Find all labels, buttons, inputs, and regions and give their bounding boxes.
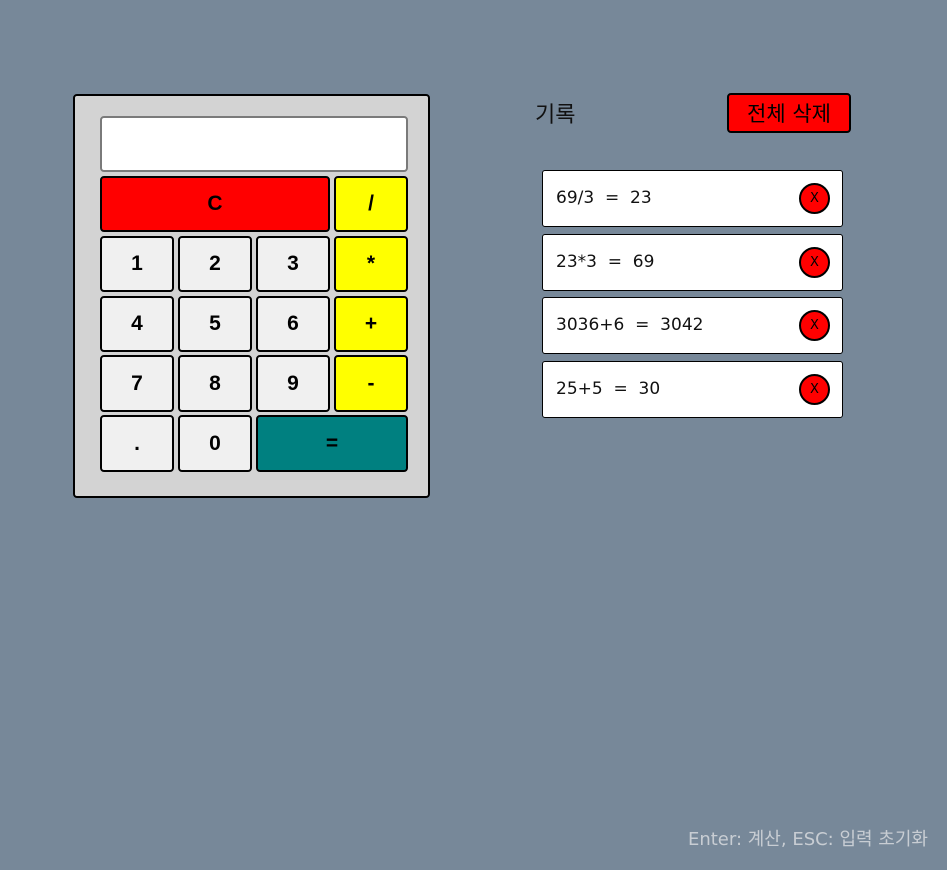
clear-button[interactable]: C [100,176,330,232]
digit-6-button[interactable]: 6 [256,296,330,352]
history-item: 25+5 = 30 X [542,360,843,418]
history-expression: 25+5 = 30 [556,378,661,399]
divide-button[interactable]: / [334,176,408,232]
calculator-panel: C / 1 2 3 * 4 5 6 + 7 8 9 - . 0 = [73,94,430,498]
history-expression: 3036+6 = 3042 [556,315,704,335]
digit-1-button[interactable]: 1 [100,236,174,292]
digit-3-button[interactable]: 3 [256,236,330,292]
clear-all-history-button[interactable]: 전체 삭제 [727,93,851,133]
plus-button[interactable]: + [334,296,408,352]
equals-button[interactable]: = [256,415,408,472]
calculator-display[interactable] [100,116,408,172]
digit-0-button[interactable]: 0 [178,415,252,472]
keyboard-hint: Enter: 계산, ESC: 입력 초기화 [687,829,928,850]
delete-history-button[interactable]: X [799,310,830,341]
digit-4-button[interactable]: 4 [100,296,174,352]
digit-7-button[interactable]: 7 [100,355,174,412]
delete-history-button[interactable]: X [799,373,830,405]
digit-2-button[interactable]: 2 [178,236,252,292]
delete-history-button[interactable]: X [799,183,830,214]
decimal-point-button[interactable]: . [100,415,174,472]
digit-8-button[interactable]: 8 [178,355,252,412]
history-item: 3036+6 = 3042 X [542,297,843,354]
history-expression: 69/3 = 23 [556,188,652,208]
history-title: 기록 [535,103,576,128]
history-item: 69/3 = 23 X [542,170,843,227]
minus-button[interactable]: - [334,355,408,412]
multiply-button[interactable]: * [334,236,408,292]
delete-history-button[interactable]: X [799,246,830,278]
history-expression: 23*3 = 69 [556,251,655,272]
history-item: 23*3 = 69 X [542,233,843,291]
history-list: 69/3 = 23 X 23*3 = 69 X 3036+6 = 3042 X … [542,170,843,424]
digit-9-button[interactable]: 9 [256,355,330,412]
digit-5-button[interactable]: 5 [178,296,252,352]
